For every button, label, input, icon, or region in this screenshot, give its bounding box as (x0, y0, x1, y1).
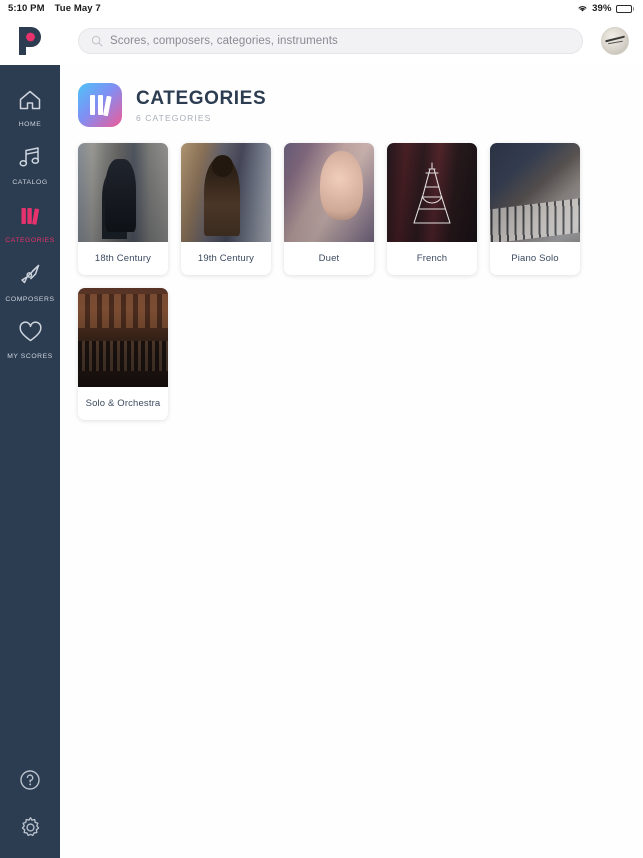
page-subtitle: 6 CATEGORIES (136, 112, 212, 123)
sidebar-item-categories[interactable]: CATEGORIES (0, 195, 60, 253)
app-body: HOME CATALOG CATEGORIES COMPOSERS MY SCO… (0, 65, 643, 858)
search-bar[interactable]: Scores, composers, categories, instrumen… (78, 28, 583, 54)
sidebar-item-composers[interactable]: COMPOSERS (0, 253, 60, 311)
category-card[interactable]: French (387, 143, 477, 275)
battery-icon (615, 4, 634, 13)
category-grid: 18th Century 19th Century Duet French Pi… (78, 143, 643, 420)
category-card[interactable]: Duet (284, 143, 374, 275)
books-icon (18, 205, 42, 232)
category-card[interactable]: Piano Solo (490, 143, 580, 275)
search-icon (91, 35, 103, 47)
category-card-label: Solo & Orchestra (85, 398, 161, 409)
category-card[interactable]: 19th Century (181, 143, 271, 275)
category-card-label: Piano Solo (511, 253, 559, 264)
search-input[interactable]: Scores, composers, categories, instrumen… (110, 35, 338, 47)
page-header: CATEGORIES 6 CATEGORIES (78, 83, 643, 127)
sidebar-item-home[interactable]: HOME (0, 79, 60, 137)
home-icon (18, 89, 42, 116)
wifi-icon (577, 4, 588, 13)
category-card[interactable]: Solo & Orchestra (78, 288, 168, 420)
gear-icon[interactable] (19, 816, 42, 844)
sidebar-item-label: CATEGORIES (5, 236, 55, 244)
category-card-label: 19th Century (197, 253, 255, 264)
category-thumbnail (78, 143, 168, 242)
sidebar: HOME CATALOG CATEGORIES COMPOSERS MY SCO… (0, 65, 60, 858)
eiffel-tower-icon (413, 162, 451, 225)
help-circle-icon[interactable] (19, 769, 41, 796)
heart-icon (18, 320, 43, 348)
page-header-text: CATEGORIES 6 CATEGORIES (136, 88, 266, 123)
category-card-label: Duet (318, 253, 340, 264)
category-thumbnail (490, 143, 580, 242)
category-card-label: 18th Century (94, 253, 152, 264)
sidebar-item-my-scores[interactable]: MY SCORES (0, 311, 60, 369)
sidebar-item-label: MY SCORES (7, 352, 53, 360)
category-card[interactable]: 18th Century (78, 143, 168, 275)
sidebar-item-label: HOME (18, 120, 42, 128)
fountain-pen-icon (18, 262, 42, 291)
sidebar-bottom-actions (0, 769, 60, 844)
sidebar-item-label: CATALOG (12, 179, 48, 186)
status-bar: 5:10 PM Tue May 7 39% (0, 0, 643, 17)
sidebar-item-catalog[interactable]: CATALOG (0, 137, 60, 195)
status-indicators: 39% (577, 3, 634, 14)
status-time: 5:10 PM (8, 3, 45, 14)
sidebar-item-label: COMPOSERS (5, 295, 55, 303)
category-thumbnail (181, 143, 271, 242)
main-content: CATEGORIES 6 CATEGORIES 18th Century 19t… (60, 65, 643, 858)
category-thumbnail (387, 143, 477, 242)
app-logo-button[interactable] (0, 17, 60, 65)
category-thumbnail (284, 143, 374, 242)
category-card-label: French (416, 253, 448, 264)
avatar[interactable] (601, 27, 629, 55)
app-logo-p-icon (19, 27, 41, 55)
battery-percent: 39% (592, 3, 612, 14)
music-note-icon (18, 146, 42, 174)
books-icon (78, 83, 122, 127)
top-bar: Scores, composers, categories, instrumen… (0, 17, 643, 65)
duet-badge-icon (324, 186, 336, 200)
page-title: CATEGORIES (136, 87, 267, 109)
status-date: Tue May 7 (54, 3, 101, 14)
category-thumbnail (78, 288, 168, 387)
